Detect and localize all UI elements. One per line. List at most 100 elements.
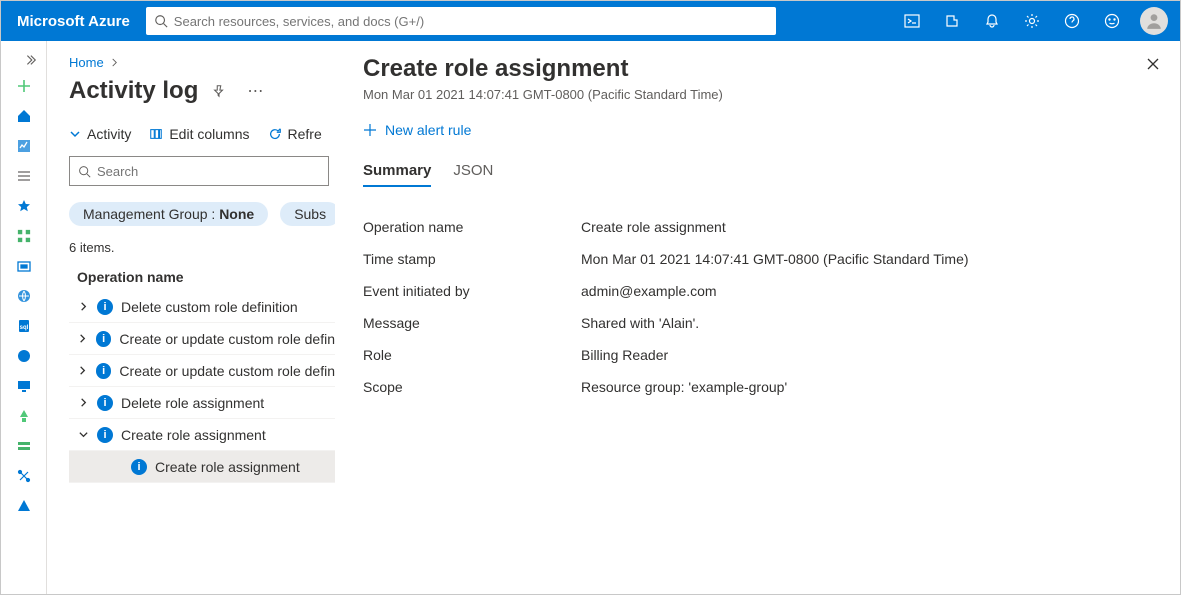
- all-services-icon[interactable]: [1, 161, 47, 191]
- activity-row-label: Delete custom role definition: [121, 299, 298, 315]
- chevron-right-icon: [110, 58, 119, 67]
- chevron-down-icon[interactable]: [69, 429, 97, 440]
- activity-row[interactable]: i Create or update custom role defin: [69, 323, 335, 355]
- favorites-icon[interactable]: [1, 191, 47, 221]
- top-icons: [892, 1, 1180, 41]
- detail-field: RoleBilling Reader: [363, 339, 1158, 371]
- info-icon: i: [131, 459, 147, 475]
- notifications-icon[interactable]: [972, 1, 1012, 41]
- breadcrumb-home[interactable]: Home: [69, 55, 104, 70]
- detail-field-key: Event initiated by: [363, 283, 581, 299]
- left-rail: sql: [1, 41, 47, 594]
- info-icon: i: [97, 395, 113, 411]
- virtual-networks-icon[interactable]: [1, 461, 47, 491]
- brand: Microsoft Azure: [1, 13, 146, 30]
- activity-row-label: Create or update custom role defin: [119, 331, 335, 347]
- activity-row-label: Delete role assignment: [121, 395, 264, 411]
- create-resource-icon[interactable]: [1, 71, 47, 101]
- filter-mg-label: Management Group :: [83, 206, 219, 222]
- detail-field-value: Create role assignment: [581, 219, 726, 235]
- home-icon[interactable]: [1, 101, 47, 131]
- detail-field-key: Operation name: [363, 219, 581, 235]
- pin-icon[interactable]: [204, 76, 234, 106]
- activity-row-label: Create role assignment: [155, 459, 300, 475]
- filter-subscription[interactable]: Subs: [280, 202, 335, 226]
- info-icon: i: [96, 363, 111, 379]
- activity-row[interactable]: iCreate or update custom role defin: [69, 355, 335, 387]
- detail-field: Time stampMon Mar 01 2021 14:07:41 GMT-0…: [363, 243, 1158, 275]
- avatar[interactable]: [1140, 7, 1168, 35]
- resource-groups-icon[interactable]: [1, 251, 47, 281]
- detail-field: Event initiated byadmin@example.com: [363, 275, 1158, 307]
- detail-field-key: Time stamp: [363, 251, 581, 267]
- global-search[interactable]: [146, 7, 776, 35]
- directories-icon[interactable]: [932, 1, 972, 41]
- refresh-button[interactable]: Refre: [268, 126, 322, 142]
- detail-field-value: Mon Mar 01 2021 14:07:41 GMT-0800 (Pacif…: [581, 251, 969, 267]
- sql-databases-icon[interactable]: sql: [1, 311, 47, 341]
- search-icon: [154, 14, 168, 28]
- plus-icon: [363, 123, 377, 137]
- chevron-right-icon[interactable]: [69, 301, 97, 312]
- activity-row[interactable]: i Delete custom role definition: [69, 291, 335, 323]
- detail-field-value: Billing Reader: [581, 347, 668, 363]
- refresh-label: Refre: [288, 126, 322, 142]
- activity-row[interactable]: i Delete role assignment: [69, 387, 335, 419]
- detail-panel: Create role assignment Mon Mar 01 2021 1…: [335, 41, 1180, 594]
- detail-field: ScopeResource group: 'example-group': [363, 371, 1158, 403]
- settings-icon[interactable]: [1012, 1, 1052, 41]
- virtual-machines-icon[interactable]: [1, 371, 47, 401]
- activity-label: Activity: [87, 126, 131, 142]
- list-search-input[interactable]: [97, 164, 320, 179]
- activity-row-child[interactable]: i Create role assignment: [69, 451, 335, 483]
- breadcrumb[interactable]: Home: [69, 55, 335, 70]
- new-alert-rule-button[interactable]: New alert rule: [363, 122, 1158, 138]
- close-icon: [1146, 57, 1160, 71]
- detail-field: MessageShared with 'Alain'.: [363, 307, 1158, 339]
- edit-columns-button[interactable]: Edit columns: [149, 126, 249, 142]
- app-services-icon[interactable]: [1, 281, 47, 311]
- expand-rail-icon[interactable]: [1, 49, 47, 71]
- tab-json[interactable]: JSON: [453, 162, 493, 187]
- item-count: 6 items.: [69, 240, 335, 255]
- svg-text:sql: sql: [19, 325, 28, 331]
- top-bar: Microsoft Azure: [1, 1, 1180, 41]
- chevron-right-icon[interactable]: [69, 365, 96, 376]
- chevron-right-icon[interactable]: [69, 333, 96, 344]
- load-balancers-icon[interactable]: [1, 401, 47, 431]
- activity-dropdown[interactable]: Activity: [69, 126, 131, 142]
- detail-field-value: admin@example.com: [581, 283, 717, 299]
- info-icon: i: [97, 427, 113, 443]
- tab-summary[interactable]: Summary: [363, 162, 431, 187]
- cloud-shell-icon[interactable]: [892, 1, 932, 41]
- activity-log-pane: Home Activity log ⋯ Activity Edit column…: [47, 41, 335, 594]
- feedback-icon[interactable]: [1092, 1, 1132, 41]
- search-icon: [78, 165, 91, 178]
- info-icon: i: [97, 299, 113, 315]
- chevron-right-icon[interactable]: [69, 397, 97, 408]
- storage-icon[interactable]: [1, 431, 47, 461]
- dashboard-icon[interactable]: [1, 131, 47, 161]
- detail-field-key: Scope: [363, 379, 581, 395]
- list-search[interactable]: [69, 156, 329, 186]
- refresh-icon: [268, 127, 282, 141]
- filter-sub-label: Subs: [294, 206, 326, 222]
- more-icon[interactable]: ⋯: [240, 76, 270, 106]
- cosmos-db-icon[interactable]: [1, 341, 47, 371]
- info-icon: i: [96, 331, 111, 347]
- filter-management-group[interactable]: Management Group : None: [69, 202, 268, 226]
- detail-title: Create role assignment: [363, 55, 1158, 83]
- page-title: Activity log: [69, 77, 198, 105]
- column-header-operation[interactable]: Operation name: [69, 269, 335, 285]
- global-search-input[interactable]: [174, 14, 768, 29]
- close-button[interactable]: [1146, 57, 1160, 71]
- toolbar: Activity Edit columns Refre: [69, 126, 335, 142]
- all-resources-icon[interactable]: [1, 221, 47, 251]
- azure-ad-icon[interactable]: [1, 491, 47, 521]
- activity-row-label: Create role assignment: [121, 427, 266, 443]
- filter-mg-value: None: [219, 206, 254, 222]
- activity-row[interactable]: i Create role assignment: [69, 419, 335, 451]
- detail-field-key: Message: [363, 315, 581, 331]
- help-icon[interactable]: [1052, 1, 1092, 41]
- detail-field: Operation nameCreate role assignment: [363, 211, 1158, 243]
